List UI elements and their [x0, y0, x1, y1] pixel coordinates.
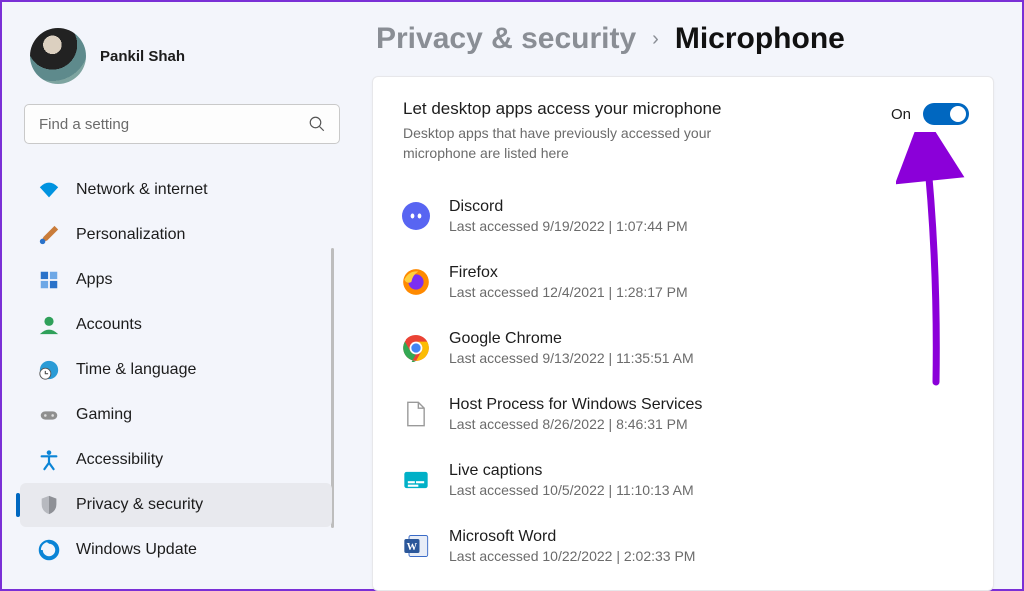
app-name: Host Process for Windows Services — [449, 396, 702, 414]
content: Privacy & security › Microphone Let desk… — [360, 2, 1022, 589]
search-icon — [308, 115, 326, 133]
page-title: Microphone — [675, 22, 845, 56]
nav-item-network[interactable]: Network & internet — [20, 168, 332, 212]
wifi-icon — [38, 179, 60, 201]
chevron-right-icon: › — [652, 28, 659, 51]
nav-item-privacy-security[interactable]: Privacy & security — [20, 483, 332, 527]
app-subtitle: Last accessed 10/5/2022 | 11:10:13 AM — [449, 482, 694, 498]
nav-item-windows-update[interactable]: Windows Update — [20, 528, 332, 572]
app-subtitle: Last accessed 9/13/2022 | 11:35:51 AM — [449, 350, 694, 366]
shield-icon — [38, 494, 60, 516]
nav-item-personalization[interactable]: Personalization — [20, 213, 332, 257]
desktop-apps-mic-toggle[interactable] — [923, 103, 969, 125]
nav-label: Apps — [76, 271, 112, 289]
accessibility-icon — [38, 449, 60, 471]
search-container — [24, 104, 340, 144]
discord-icon — [401, 201, 431, 231]
app-name: Microsoft Word — [449, 528, 695, 546]
nav-label: Gaming — [76, 406, 132, 424]
setting-title: Let desktop apps access your microphone — [403, 99, 871, 119]
nav-label: Privacy & security — [76, 496, 203, 514]
app-name: Discord — [449, 198, 688, 216]
word-icon: W — [401, 531, 431, 561]
app-row-live-captions[interactable]: Live captions Last accessed 10/5/2022 | 1… — [401, 448, 971, 514]
app-row-firefox[interactable]: Firefox Last accessed 12/4/2021 | 1:28:17… — [401, 250, 971, 316]
nav: Network & internet Personalization Apps … — [16, 168, 348, 572]
search-input[interactable] — [24, 104, 340, 144]
nav-label: Accounts — [76, 316, 142, 334]
app-subtitle: Last accessed 9/19/2022 | 1:07:44 PM — [449, 218, 688, 234]
globe-clock-icon — [38, 359, 60, 381]
breadcrumb: Privacy & security › Microphone — [372, 22, 994, 56]
app-row-word[interactable]: W Microsoft Word Last accessed 10/22/2022… — [401, 514, 971, 580]
app-row-chrome[interactable]: Google Chrome Last accessed 9/13/2022 | 1… — [401, 316, 971, 382]
setting-header: Let desktop apps access your microphone … — [395, 95, 971, 178]
profile[interactable]: Pankil Shah — [16, 18, 348, 100]
firefox-icon — [401, 267, 431, 297]
nav-item-gaming[interactable]: Gaming — [20, 393, 332, 437]
toggle-wrap: On — [891, 99, 969, 125]
toggle-label: On — [891, 106, 911, 123]
update-icon — [38, 539, 60, 561]
avatar — [30, 28, 86, 84]
nav-item-apps[interactable]: Apps — [20, 258, 332, 302]
paintbrush-icon — [38, 224, 60, 246]
app-name: Firefox — [449, 264, 688, 282]
captions-icon — [401, 465, 431, 495]
breadcrumb-parent[interactable]: Privacy & security — [376, 22, 636, 56]
app-subtitle: Last accessed 10/22/2022 | 2:02:33 PM — [449, 548, 695, 564]
file-icon — [401, 399, 431, 429]
person-icon — [38, 314, 60, 336]
nav-item-accounts[interactable]: Accounts — [20, 303, 332, 347]
setting-subtitle: Desktop apps that have previously access… — [403, 123, 763, 164]
nav-label: Personalization — [76, 226, 185, 244]
nav-label: Windows Update — [76, 541, 197, 559]
app-name: Live captions — [449, 462, 694, 480]
user-name: Pankil Shah — [100, 48, 185, 65]
gamepad-icon — [38, 404, 60, 426]
svg-text:W: W — [407, 542, 418, 553]
app-subtitle: Last accessed 8/26/2022 | 8:46:31 PM — [449, 416, 702, 432]
app-list: Discord Last accessed 9/19/2022 | 1:07:44… — [395, 178, 971, 580]
app-row-discord[interactable]: Discord Last accessed 9/19/2022 | 1:07:44… — [401, 184, 971, 250]
app-name: Google Chrome — [449, 330, 694, 348]
sidebar: Pankil Shah Network & internet Personali… — [2, 2, 360, 589]
settings-panel: Let desktop apps access your microphone … — [372, 76, 994, 591]
nav-label: Accessibility — [76, 451, 163, 469]
nav-item-time-language[interactable]: Time & language — [20, 348, 332, 392]
nav-label: Network & internet — [76, 181, 208, 199]
nav-label: Time & language — [76, 361, 196, 379]
nav-item-accessibility[interactable]: Accessibility — [20, 438, 332, 482]
app-row-host-process[interactable]: Host Process for Windows Services Last ac… — [401, 382, 971, 448]
chrome-icon — [401, 333, 431, 363]
app-subtitle: Last accessed 12/4/2021 | 1:28:17 PM — [449, 284, 688, 300]
apps-icon — [38, 269, 60, 291]
